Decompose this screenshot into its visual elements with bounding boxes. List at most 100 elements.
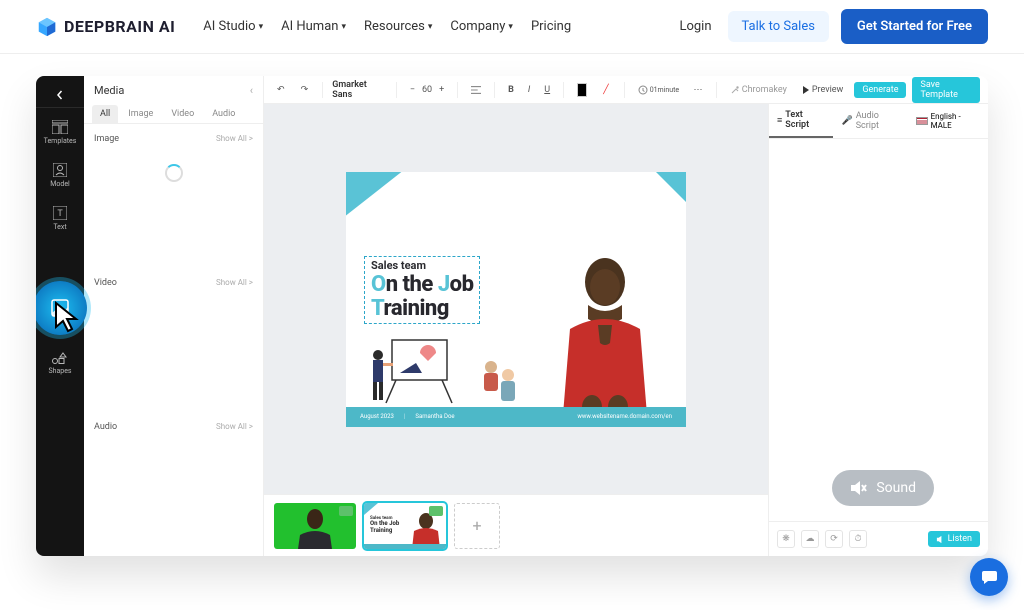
shapes-icon — [52, 352, 68, 364]
generate-button[interactable]: Generate — [854, 82, 906, 98]
site-nav: AI Studio▾ AI Human▾ Resources▾ Company▾… — [203, 19, 571, 34]
slide-footer-bar: August 2023 | Samantha Doe www.websitena… — [346, 407, 686, 427]
speaker-icon — [936, 535, 945, 544]
pause-button[interactable]: ⟳ — [825, 530, 843, 548]
duration-button[interactable]: 01minute — [634, 83, 683, 97]
thumb-status-badge — [339, 506, 353, 516]
align-left-icon — [471, 85, 481, 95]
cursor-arrow-icon — [54, 301, 82, 333]
mic-icon: 🎤 — [841, 116, 852, 126]
audience-illustration — [476, 357, 521, 407]
media-panel-title: Media — [94, 84, 124, 97]
media-tab-audio[interactable]: Audio — [204, 105, 243, 123]
font-family-select[interactable]: Gmarket Sans — [332, 80, 387, 100]
media-audio-showall[interactable]: Show All > — [216, 422, 253, 432]
rail-templates[interactable]: Templates — [40, 114, 80, 151]
us-flag-icon — [916, 117, 927, 125]
media-section-video-label: Video — [94, 278, 117, 288]
slide-corner-accent-2 — [656, 172, 686, 202]
bold-button[interactable]: B — [504, 83, 518, 97]
listen-button[interactable]: Listen — [928, 531, 980, 547]
timeline-add-slide-button[interactable]: + — [454, 503, 500, 549]
slide-big-title: On the Job Training — [371, 273, 473, 321]
get-started-button[interactable]: Get Started for Free — [841, 9, 988, 44]
nav-ai-human[interactable]: AI Human▾ — [281, 19, 346, 34]
media-tab-all[interactable]: All — [92, 105, 118, 123]
underline-button[interactable]: U — [540, 83, 554, 97]
editor-toolbar: ↶ ↷ Gmarket Sans − 60 + B I U — [264, 76, 988, 104]
svg-text:On the Job: On the Job — [370, 520, 400, 527]
brand-logo[interactable]: DEEPBRAIN AI — [36, 16, 175, 38]
slide-timeline: Sales team On the Job Training + — [264, 494, 768, 556]
rail-model[interactable]: Model — [40, 157, 80, 194]
media-section-audio-label: Audio — [94, 422, 117, 432]
more-button[interactable]: ⋯ — [689, 81, 707, 99]
loading-spinner-icon — [165, 164, 183, 182]
chromakey-button[interactable]: Chromakey — [726, 83, 791, 97]
site-header: DEEPBRAIN AI AI Studio▾ AI Human▾ Resour… — [0, 0, 1024, 54]
media-image-showall[interactable]: Show All > — [216, 134, 253, 144]
font-size-minus[interactable]: − — [406, 83, 419, 97]
svg-text:Training: Training — [370, 527, 393, 534]
chromakey-icon — [730, 85, 740, 95]
whiteboard-illustration — [364, 335, 494, 405]
text-icon: T — [53, 206, 67, 220]
script-textarea[interactable] — [769, 139, 988, 521]
font-size-plus[interactable]: + — [435, 83, 448, 97]
rail-text[interactable]: T Text — [40, 200, 80, 237]
font-size-value: 60 — [422, 85, 432, 95]
chevron-down-icon: ▾ — [259, 22, 264, 32]
rail-back-button[interactable] — [36, 82, 84, 108]
slide-canvas[interactable]: Sales team On the Job Training — [346, 172, 686, 427]
undo-button[interactable]: ↶ — [272, 81, 290, 99]
rail-shapes[interactable]: Shapes — [40, 346, 80, 381]
dictionary-button[interactable]: ☁ — [801, 530, 819, 548]
logo-hex-icon — [36, 16, 58, 38]
chevron-down-icon: ▾ — [508, 22, 513, 32]
font-color-button-2[interactable]: ╱ — [597, 81, 615, 99]
media-panel-collapse-button[interactable]: ‹ — [250, 84, 253, 97]
timeline-thumb-2[interactable]: Sales team On the Job Training — [364, 503, 446, 549]
speaker-mute-icon — [850, 480, 868, 496]
ai-human-model[interactable] — [540, 247, 670, 427]
menu-icon: ≡ — [777, 115, 782, 126]
brand-text: DEEPBRAIN AI — [64, 17, 175, 36]
chevron-down-icon: ▾ — [428, 22, 433, 32]
thumb-status-badge — [429, 506, 443, 516]
align-button[interactable] — [467, 81, 485, 99]
sound-toggle-button[interactable]: Sound — [832, 470, 934, 506]
media-tab-video[interactable]: Video — [163, 105, 202, 123]
gesture-button[interactable]: ❋ — [777, 530, 795, 548]
media-section-image-label: Image — [94, 134, 119, 144]
nav-ai-studio[interactable]: AI Studio▾ — [203, 19, 263, 34]
play-icon — [802, 86, 810, 94]
chevron-left-icon — [55, 90, 65, 100]
canvas-area: Sales team On the Job Training — [264, 104, 768, 556]
templates-icon — [52, 120, 68, 134]
media-panel: Media ‹ All Image Video Audio Image Show… — [84, 76, 264, 556]
text-script-tab[interactable]: ≡ Text Script — [769, 104, 833, 138]
audio-script-tab[interactable]: 🎤 Audio Script — [833, 104, 908, 138]
italic-button[interactable]: I — [524, 83, 534, 97]
svg-text:T: T — [57, 209, 63, 219]
login-link[interactable]: Login — [679, 19, 711, 34]
site-header-right: Login Talk to Sales Get Started for Free — [679, 9, 988, 44]
talk-to-sales-button[interactable]: Talk to Sales — [728, 11, 829, 42]
timeline-thumb-1[interactable] — [274, 503, 356, 549]
nav-company[interactable]: Company▾ — [450, 19, 513, 34]
font-color-button[interactable] — [573, 81, 591, 99]
support-chat-button[interactable] — [970, 558, 1008, 596]
redo-button[interactable]: ↷ — [296, 81, 314, 99]
nav-pricing[interactable]: Pricing — [531, 19, 571, 34]
media-tab-image[interactable]: Image — [120, 105, 161, 123]
voice-language-select[interactable]: English - MALE — [908, 104, 988, 138]
nav-resources[interactable]: Resources▾ — [364, 19, 432, 34]
slide-corner-accent — [346, 172, 402, 216]
media-video-showall[interactable]: Show All > — [216, 278, 253, 288]
speed-button[interactable]: ⏱ — [849, 530, 867, 548]
studio-app: Templates Model T Text Asset Shapes — [36, 76, 988, 556]
save-template-button[interactable]: Save Template — [912, 77, 980, 103]
user-icon — [53, 163, 67, 177]
preview-button[interactable]: Preview — [797, 83, 848, 97]
slide-title-textbox[interactable]: Sales team On the Job Training — [364, 256, 480, 324]
